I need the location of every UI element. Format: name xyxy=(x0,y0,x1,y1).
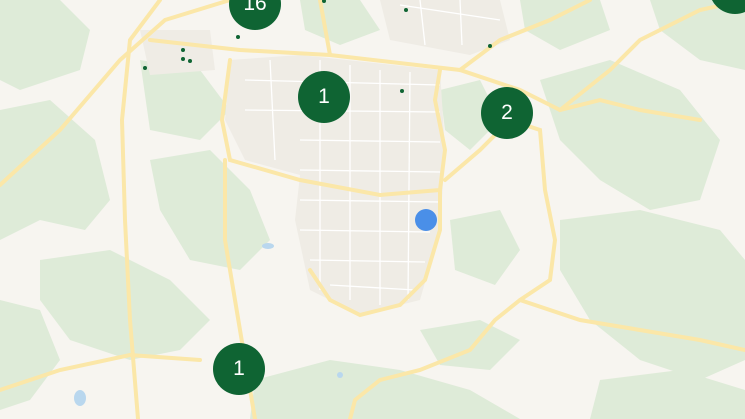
map-marker-dot[interactable] xyxy=(181,57,185,61)
map-cluster-marker[interactable]: 1 xyxy=(213,343,265,395)
map-marker-dot[interactable] xyxy=(143,66,147,70)
map-base xyxy=(0,0,745,419)
map-marker-dot[interactable] xyxy=(181,48,185,52)
map-marker-dot[interactable] xyxy=(400,89,404,93)
map-view[interactable]: 16 1 2 1 xyxy=(0,0,745,419)
map-marker-dot[interactable] xyxy=(404,8,408,12)
map-marker-dot[interactable] xyxy=(236,35,240,39)
map-cluster-marker[interactable]: 2 xyxy=(481,87,533,139)
user-location-icon xyxy=(415,209,437,231)
map-marker-dot[interactable] xyxy=(188,59,192,63)
map-marker-dot[interactable] xyxy=(488,44,492,48)
map-cluster-marker[interactable]: 1 xyxy=(298,71,350,123)
